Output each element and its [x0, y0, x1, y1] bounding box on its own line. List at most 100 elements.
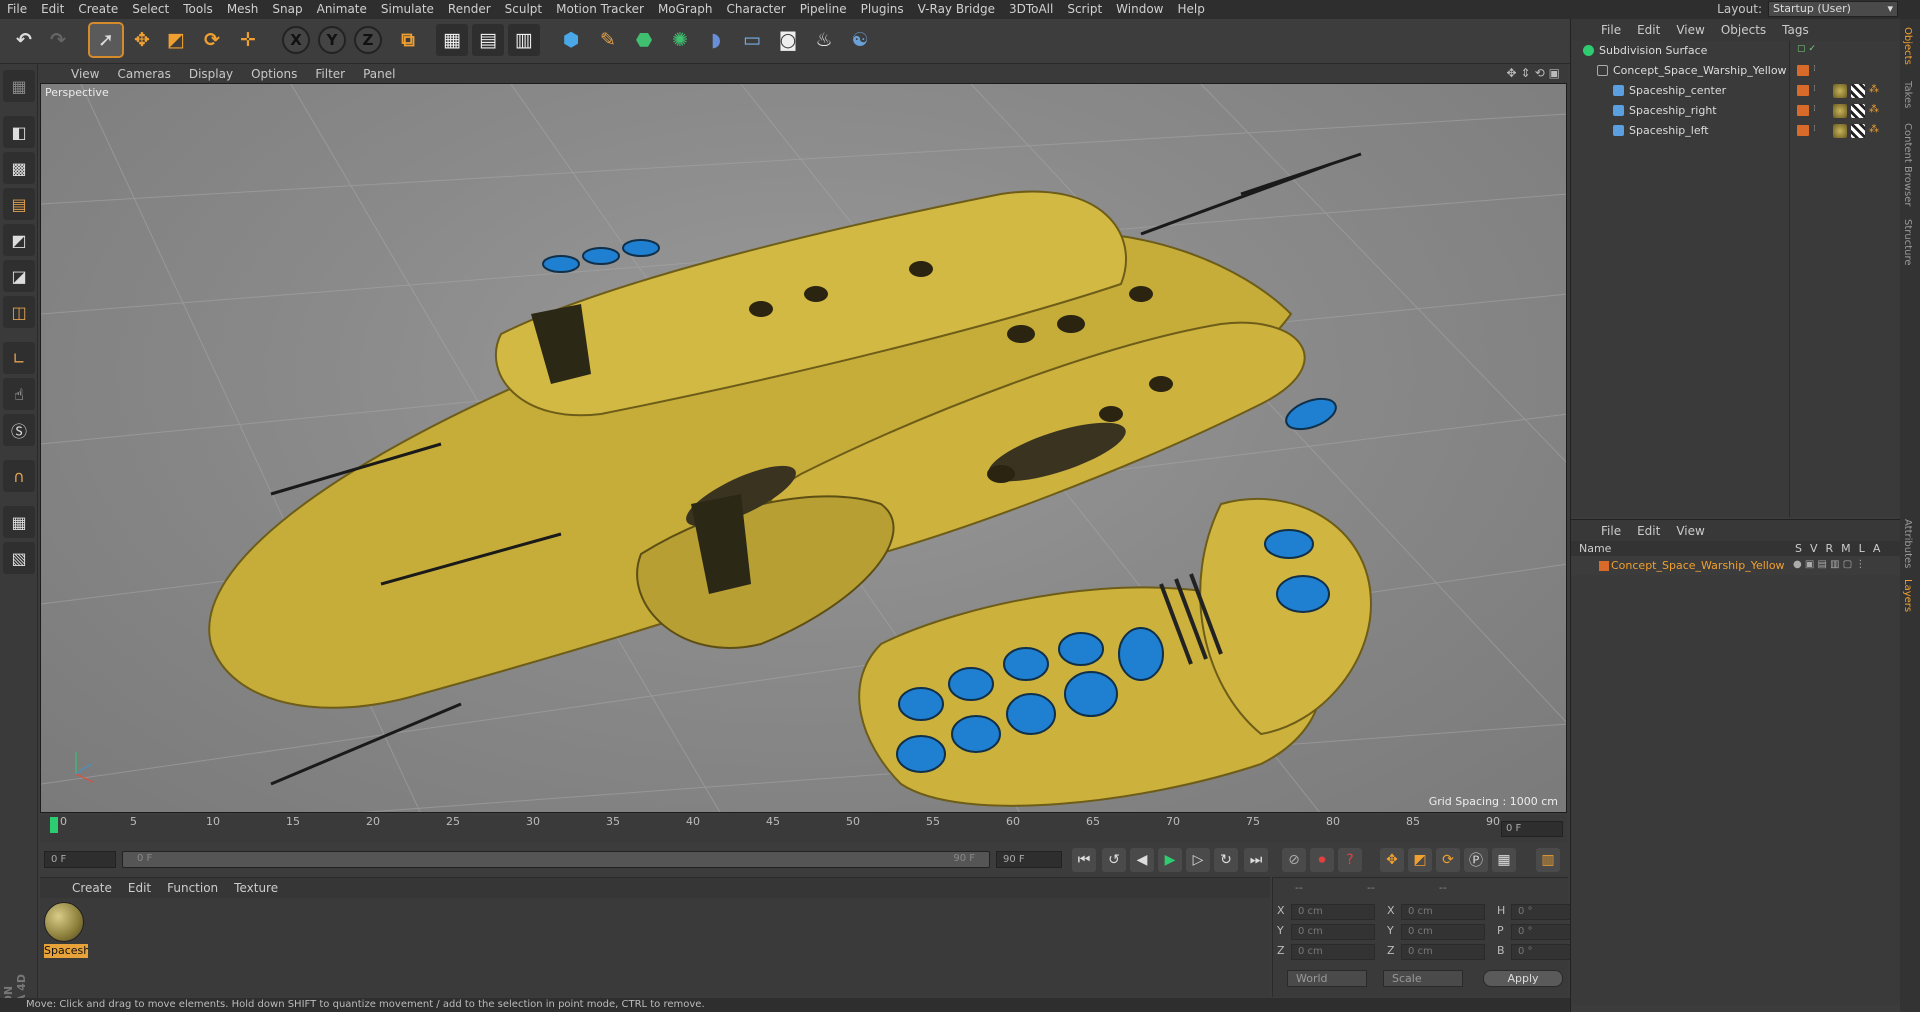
material-swatch[interactable]: Spacesh	[44, 902, 88, 962]
scale-icon[interactable]: ◩	[160, 24, 192, 56]
menu-simulate[interactable]: Simulate	[374, 0, 441, 19]
playhead[interactable]	[50, 817, 58, 833]
key-position-icon[interactable]: ✥	[1380, 848, 1404, 872]
layer-col-solo[interactable]: S	[1795, 541, 1802, 556]
end-frame-field[interactable]: 90 F	[996, 851, 1062, 868]
workplane-lock-icon[interactable]: ▦	[3, 506, 35, 538]
apply-button[interactable]: Apply	[1483, 970, 1563, 987]
menu-help[interactable]: Help	[1170, 0, 1211, 19]
layout-dropdown[interactable]: Startup (User)	[1768, 1, 1898, 17]
python-icon[interactable]: ☯	[844, 24, 876, 56]
object-row[interactable]: Subdivision Surface ▢ ✓	[1571, 41, 1901, 61]
layer-col-animation[interactable]: A	[1873, 541, 1881, 556]
key-pla-icon[interactable]: ▦	[1492, 848, 1516, 872]
object-menu-view[interactable]: View	[1668, 23, 1712, 37]
rotate-icon[interactable]: ⟳	[196, 24, 228, 56]
viewport-menu-cameras[interactable]: Cameras	[108, 67, 179, 81]
cube-icon[interactable]: ⬢	[555, 24, 587, 56]
menu-character[interactable]: Character	[719, 0, 792, 19]
menu-mesh[interactable]: Mesh	[220, 0, 266, 19]
go-to-start-icon[interactable]: ⏮	[1072, 848, 1096, 872]
render-picture-viewer-icon[interactable]: ▤	[472, 24, 504, 56]
position-z-field[interactable]: 0 cm	[1291, 944, 1375, 960]
render-view-icon[interactable]: ▦	[436, 24, 468, 56]
coordinate-space-dropdown[interactable]: World	[1287, 970, 1367, 987]
subdivision-icon[interactable]: ⬣	[628, 24, 660, 56]
live-selection-icon[interactable]: ➚	[88, 22, 124, 58]
current-frame-field[interactable]: 0 F	[1501, 821, 1563, 837]
layer-color-swatch[interactable]	[1797, 85, 1809, 96]
layer-menu-file[interactable]: File	[1593, 524, 1629, 538]
start-frame-field[interactable]: 0 F	[44, 851, 116, 868]
menu-script[interactable]: Script	[1060, 0, 1109, 19]
material-tag-icon[interactable]	[1833, 84, 1847, 98]
orbit-icon[interactable]: ⟲	[1535, 66, 1545, 80]
material-menu-texture[interactable]: Texture	[226, 881, 286, 895]
previous-key-icon[interactable]: ↺	[1102, 848, 1126, 872]
selection-tag-icon[interactable]: ⁂	[1869, 124, 1883, 138]
solo-mode-icon[interactable]: Ⓢ	[3, 414, 35, 446]
menu-vray-bridge[interactable]: V-Ray Bridge	[911, 0, 1002, 19]
workplane-icon[interactable]: ▤	[3, 188, 35, 220]
edges-mode-icon[interactable]: ◪	[3, 260, 35, 292]
viewport-menu-display[interactable]: Display	[180, 67, 242, 81]
key-rotation-icon[interactable]: ⟳	[1436, 848, 1460, 872]
menu-animate[interactable]: Animate	[310, 0, 374, 19]
uvw-tag-icon[interactable]	[1851, 104, 1865, 118]
menu-snap[interactable]: Snap	[265, 0, 309, 19]
transform-icon[interactable]: ✛	[232, 24, 264, 56]
key-parameter-icon[interactable]: Ⓟ	[1464, 848, 1488, 872]
object-menu-file[interactable]: File	[1593, 23, 1629, 37]
x-axis-lock-icon[interactable]: X	[282, 26, 310, 54]
layer-col-view[interactable]: V	[1810, 541, 1818, 556]
go-to-end-icon[interactable]: ⏭	[1244, 848, 1268, 872]
layer-color-swatch[interactable]	[1797, 65, 1809, 76]
menu-sculpt[interactable]: Sculpt	[498, 0, 549, 19]
y-axis-lock-icon[interactable]: Y	[318, 26, 346, 54]
menu-tools[interactable]: Tools	[176, 0, 220, 19]
pen-icon[interactable]: ✎	[592, 24, 624, 56]
viewport-menu-panel[interactable]: Panel	[354, 67, 404, 81]
record-keys-icon[interactable]: ⊘	[1282, 848, 1306, 872]
material-tag-icon[interactable]	[1833, 124, 1847, 138]
z-axis-lock-icon[interactable]: Z	[354, 26, 382, 54]
material-menu-function[interactable]: Function	[159, 881, 226, 895]
selection-tag-icon[interactable]: ⁂	[1869, 84, 1883, 98]
menu-pipeline[interactable]: Pipeline	[793, 0, 854, 19]
object-row[interactable]: Spaceship_left ⁞ ⁂	[1571, 121, 1901, 141]
layer-row[interactable]: Concept_Space_Warship_Yellow ● ▣ ▤ ▥ ▢ ⋮	[1571, 557, 1901, 575]
menu-window[interactable]: Window	[1109, 0, 1170, 19]
points-mode-icon[interactable]: ◩	[3, 224, 35, 256]
visibility-dots-icon[interactable]: ⁞	[1813, 84, 1816, 94]
timeline-window-icon[interactable]: ▥	[1536, 848, 1560, 872]
menu-select[interactable]: Select	[125, 0, 176, 19]
menu-file[interactable]: File	[0, 0, 34, 19]
snap-magnet-icon[interactable]: ∩	[3, 460, 35, 492]
menu-edit[interactable]: Edit	[34, 0, 71, 19]
tab-objects[interactable]: Objects	[1902, 27, 1913, 65]
enabled-check-icon[interactable]: ▢ ✓	[1797, 44, 1816, 54]
floor-icon[interactable]: ▭	[736, 24, 768, 56]
keyframe-selection-icon[interactable]: ?	[1338, 848, 1362, 872]
key-scale-icon[interactable]: ◩	[1408, 848, 1432, 872]
timeline-ruler[interactable]: 0 5 10 15 20 25 30 35 40 45 50 55 60 65 …	[40, 815, 1567, 843]
undo-icon[interactable]: ↶	[8, 24, 40, 56]
material-menu-create[interactable]: Create	[64, 881, 120, 895]
camera-icon[interactable]: ◙	[772, 24, 804, 56]
uvw-tag-icon[interactable]	[1851, 124, 1865, 138]
object-menu-edit[interactable]: Edit	[1629, 23, 1668, 37]
pan-icon[interactable]: ✥	[1506, 66, 1516, 80]
viewport-menu-filter[interactable]: Filter	[306, 67, 354, 81]
redo-icon[interactable]: ↷	[42, 24, 74, 56]
layer-col-render[interactable]: R	[1826, 541, 1834, 556]
size-z-field[interactable]: 0 cm	[1401, 944, 1485, 960]
layer-flags-icons[interactable]: ● ▣ ▤ ▥ ▢ ⋮	[1793, 559, 1865, 570]
zoom-icon[interactable]: ⇕	[1521, 66, 1531, 80]
autokey-icon[interactable]: ⏺	[1310, 848, 1334, 872]
layer-color-swatch[interactable]	[1797, 105, 1809, 116]
selection-tag-icon[interactable]: ⁂	[1869, 104, 1883, 118]
tab-content-browser[interactable]: Content Browser	[1902, 123, 1913, 206]
uvw-tag-icon[interactable]	[1851, 84, 1865, 98]
menu-create[interactable]: Create	[71, 0, 125, 19]
position-y-field[interactable]: 0 cm	[1291, 924, 1375, 940]
